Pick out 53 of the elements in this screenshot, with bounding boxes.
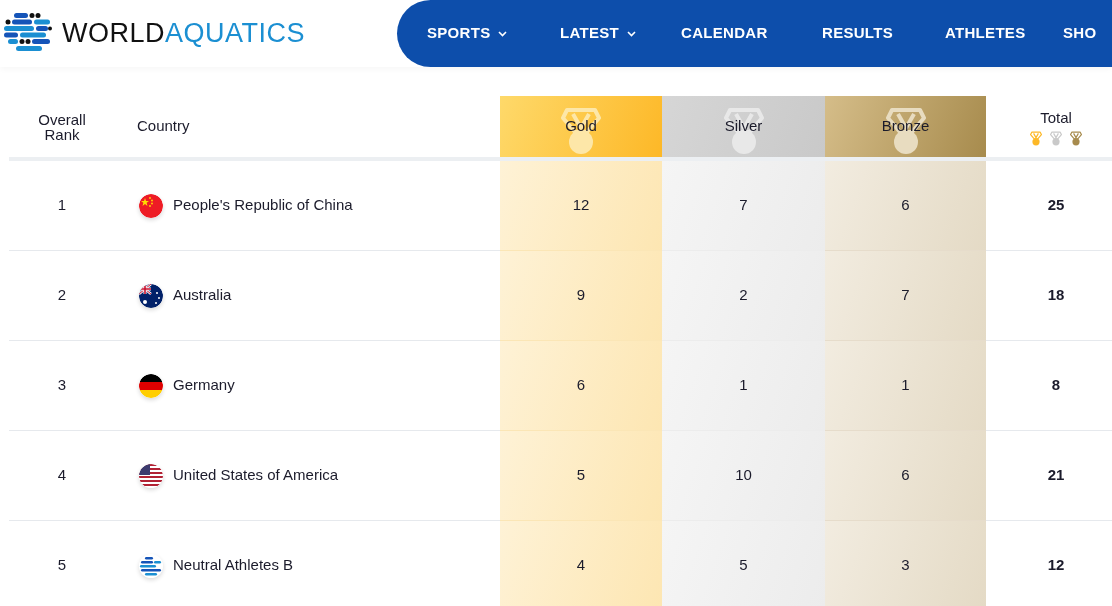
total-count: 18 bbox=[1047, 285, 1065, 306]
medal-icon bbox=[561, 106, 601, 156]
total-count: 25 bbox=[1047, 195, 1065, 216]
rank-cell-text: 3 bbox=[57, 375, 67, 396]
flag-icon bbox=[139, 283, 163, 308]
flag-icon bbox=[139, 373, 163, 398]
medal-icon bbox=[723, 106, 764, 156]
rank-cell-text: 4 bbox=[57, 465, 67, 486]
medal-count: 6 bbox=[576, 375, 586, 396]
rank-cell-text: 2 bbox=[57, 285, 67, 306]
nav-link[interactable]: RESULTS bbox=[822, 22, 945, 45]
medal-count: 1 bbox=[739, 375, 748, 396]
nav-link[interactable]: ATHLETES bbox=[945, 22, 1063, 45]
medal-count: 6 bbox=[901, 195, 910, 216]
column-header[interactable]: Gold bbox=[500, 96, 662, 157]
country-name[interactable]: United States of America bbox=[173, 464, 339, 487]
medal-icon bbox=[1070, 131, 1082, 147]
country-name[interactable]: People's Republic of China bbox=[173, 194, 353, 217]
medal-icon bbox=[1030, 131, 1042, 147]
column-header[interactable]: Silver bbox=[662, 96, 825, 157]
rank-cell-text: 1 bbox=[57, 195, 67, 216]
medal-count: 4 bbox=[576, 555, 586, 576]
nav-link[interactable]: SHO bbox=[1063, 22, 1112, 45]
column-header[interactable]: Bronze bbox=[825, 96, 986, 157]
medal-count: 3 bbox=[901, 555, 910, 576]
column-header[interactable]: Overall Rank bbox=[27, 111, 97, 142]
medal-count: 10 bbox=[735, 465, 752, 486]
nav-link[interactable]: SPORTS bbox=[427, 22, 560, 45]
country-name[interactable]: Germany bbox=[173, 374, 235, 397]
medal-count: 5 bbox=[576, 465, 586, 486]
total-count: 8 bbox=[1051, 375, 1061, 396]
total-count: 21 bbox=[1047, 465, 1065, 486]
medal-count: 9 bbox=[576, 285, 586, 306]
medal-count: 5 bbox=[739, 555, 748, 576]
medal-count: 2 bbox=[739, 285, 748, 306]
logo-wordmark[interactable]: WORLDAQUATICS bbox=[62, 20, 305, 47]
medal-count: 1 bbox=[901, 375, 910, 396]
country-name[interactable]: Neutral Athletes B bbox=[173, 554, 294, 577]
column-header[interactable]: Country bbox=[137, 115, 190, 138]
medal-icon bbox=[1050, 131, 1062, 147]
nav-link[interactable]: CALENDAR bbox=[681, 22, 822, 45]
flag-icon bbox=[139, 463, 163, 488]
medal-count: 12 bbox=[572, 195, 590, 216]
flag-icon bbox=[139, 193, 163, 218]
nav-link[interactable]: LATEST bbox=[560, 22, 681, 45]
column-header[interactable]: Total bbox=[1040, 106, 1072, 130]
flag-icon bbox=[139, 553, 163, 578]
total-count: 12 bbox=[1047, 555, 1065, 576]
country-name[interactable]: Australia bbox=[173, 284, 232, 307]
medal-count: 7 bbox=[739, 195, 748, 216]
rank-cell-text: 5 bbox=[57, 555, 67, 576]
medal-count: 6 bbox=[901, 465, 910, 486]
medal-count: 7 bbox=[901, 285, 910, 306]
